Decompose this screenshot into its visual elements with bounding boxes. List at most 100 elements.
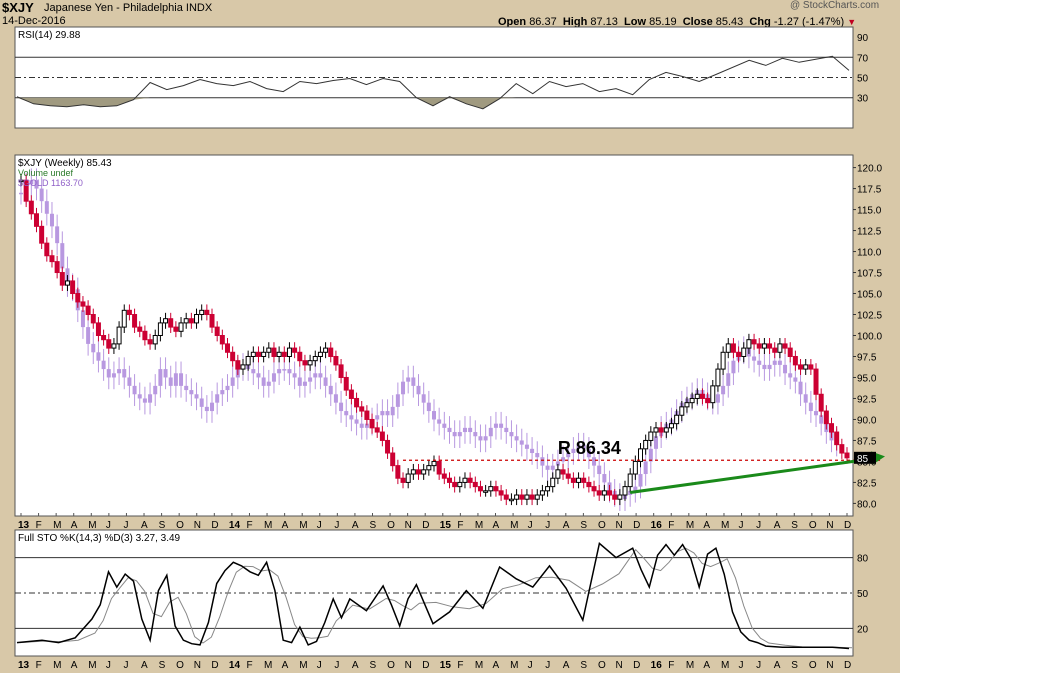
price-tick-label: 117.5	[857, 185, 882, 196]
gold-bar	[783, 364, 788, 374]
candle	[658, 427, 664, 433]
x-tick-label: O	[176, 520, 184, 531]
candle	[178, 322, 184, 332]
price-legend-gold: $GOLD 1163.70	[18, 178, 83, 188]
gold-bar	[210, 402, 215, 412]
price-tick-label: 90.0	[857, 415, 877, 426]
candle	[792, 355, 798, 366]
candle	[632, 460, 638, 475]
resistance-label: R 86.34	[558, 438, 621, 458]
candle	[152, 335, 158, 345]
gold-bar	[137, 394, 142, 399]
candle	[462, 477, 468, 483]
gold-bar	[638, 474, 643, 487]
candle	[405, 473, 411, 483]
gold-bar	[271, 373, 276, 382]
candle	[116, 326, 122, 345]
sto-x-tick-label: J	[545, 660, 550, 671]
candle	[545, 486, 551, 492]
x-tick-label: J	[528, 520, 533, 531]
gold-bar	[328, 385, 333, 395]
x-tick-label: M	[53, 520, 61, 531]
gold-bar	[225, 385, 230, 391]
candle	[581, 477, 587, 483]
price-tick-label: 105.0	[857, 290, 882, 301]
gold-bar	[442, 423, 447, 428]
candle	[705, 397, 711, 404]
candle	[168, 318, 174, 328]
gold-bar	[597, 465, 602, 475]
sto-x-tick-label: S	[580, 660, 587, 671]
sto-x-tick-label: M	[686, 660, 694, 671]
gold-bar	[406, 377, 411, 382]
gold-bar	[488, 427, 493, 437]
gold-bar	[772, 360, 777, 365]
candle	[163, 318, 169, 324]
x-tick-label: S	[580, 520, 587, 531]
candle	[446, 477, 452, 483]
gold-bar	[339, 402, 344, 412]
candle	[70, 280, 76, 295]
x-tick-label: O	[598, 520, 606, 531]
sto-x-tick-label: J	[123, 660, 128, 671]
candle	[147, 339, 153, 345]
candle	[426, 465, 432, 471]
gold-bar	[653, 436, 658, 449]
x-tick-label: J	[756, 520, 761, 531]
gold-bar	[148, 394, 153, 403]
sto-x-tick-label: S	[159, 660, 166, 671]
sto-x-tick-label: M	[88, 660, 96, 671]
sto-x-tick-label: J	[739, 660, 744, 671]
candle	[663, 427, 669, 433]
sto-x-tick-label: S	[791, 660, 798, 671]
candle	[699, 393, 705, 399]
x-tick-label: A	[774, 520, 781, 531]
gold-bar	[437, 419, 442, 424]
last-price-label: 85	[857, 454, 869, 465]
x-tick-label: S	[159, 520, 166, 531]
x-tick-label: D	[211, 520, 218, 531]
candle	[33, 213, 39, 227]
candle	[508, 498, 514, 502]
candle	[617, 494, 623, 500]
gold-bar	[199, 398, 204, 407]
sto-x-tick-label: J	[528, 660, 533, 671]
gold-bar	[432, 411, 436, 420]
candle	[395, 465, 401, 479]
price-tick-label: 80.0	[857, 499, 877, 510]
price-tick-label: 112.5	[857, 227, 882, 238]
x-tick-label: A	[352, 520, 359, 531]
gold-bar	[483, 436, 488, 441]
gold-bar	[163, 369, 168, 378]
gold-bar	[788, 373, 793, 378]
candle	[534, 494, 540, 500]
gold-bar	[106, 369, 111, 378]
gold-bar	[194, 394, 199, 399]
candle	[416, 469, 422, 475]
sto-x-tick-label: F	[668, 660, 674, 671]
candle	[343, 376, 349, 391]
gold-bar	[173, 373, 178, 386]
x-tick-label: F	[246, 520, 252, 531]
candle	[276, 351, 282, 357]
candle	[477, 486, 483, 492]
x-tick-label: A	[703, 520, 710, 531]
gold-bar	[468, 427, 473, 433]
x-tick-label: 15	[440, 520, 452, 531]
x-tick-label: A	[563, 520, 570, 531]
candle	[823, 410, 829, 425]
candle	[266, 347, 272, 353]
candle	[95, 322, 101, 337]
price-tick-label: 87.5	[857, 436, 877, 447]
rsi-panel	[14, 26, 854, 129]
gold-bar	[721, 385, 726, 395]
candle	[323, 347, 329, 353]
candle	[421, 469, 427, 475]
candle	[653, 427, 659, 433]
sto-x-tick-label: A	[71, 660, 78, 671]
sto-x-tick-label: A	[703, 660, 710, 671]
gold-bar	[101, 360, 106, 370]
gold-bar	[514, 436, 519, 441]
candle	[493, 486, 499, 492]
x-tick-label: M	[299, 520, 307, 531]
